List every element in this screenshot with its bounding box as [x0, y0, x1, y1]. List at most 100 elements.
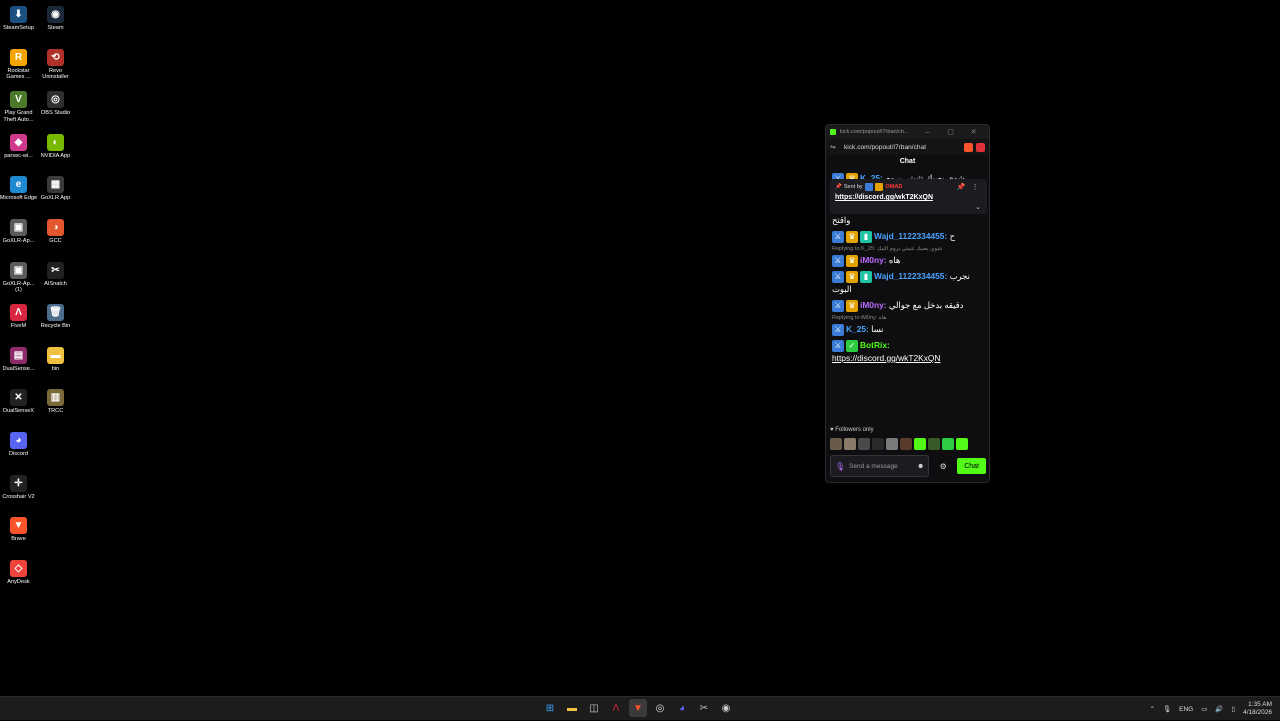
message-input[interactable]: 🎙 Send a message ☻: [830, 455, 930, 477]
desktop-icon[interactable]: ▬ bin: [37, 345, 74, 388]
chat-message[interactable]: ⚔ ♛ iM0ny: هاه: [832, 254, 983, 267]
sword-badge-icon: ⚔: [832, 299, 844, 312]
recycle-bin-icon: 🗑: [47, 304, 64, 322]
desktop-icon-label: TRCC: [47, 408, 64, 415]
desktop-icon[interactable]: ✕ DualSenseX: [0, 387, 37, 430]
desktop-icon-label: GoXLR App: [40, 195, 71, 202]
desktop-icon[interactable]: V Play Grand Theft Auto...: [0, 89, 37, 132]
fivem-icon[interactable]: Λ: [607, 699, 625, 717]
desktop-icon[interactable]: ▥ TRCC: [37, 387, 74, 430]
language-indicator[interactable]: ENG: [1179, 706, 1193, 713]
chat-username[interactable]: BotRix: [860, 340, 887, 350]
desktop-icon[interactable]: ◎ OBS Studio: [37, 89, 74, 132]
unpin-icon[interactable]: 📌: [954, 183, 968, 191]
microphone-icon[interactable]: 🎙: [1163, 705, 1171, 713]
clock[interactable]: 1:35 AM 4/18/2026: [1243, 701, 1272, 717]
desktop-icon[interactable]: ◉ Steam: [37, 4, 74, 47]
sword-badge-icon: ⚔: [832, 270, 844, 283]
desktop-icon[interactable]: ▤ DualSense...: [0, 345, 37, 388]
parsec-icon: ◆: [10, 133, 27, 151]
maximize-button[interactable]: ▢: [939, 128, 962, 136]
chat-message[interactable]: ⚔ K_25: نسا: [832, 323, 983, 336]
network-icon[interactable]: ▭: [1201, 705, 1207, 713]
message-placeholder[interactable]: Send a message: [849, 463, 917, 470]
emote[interactable]: [830, 438, 842, 450]
desktop-icon[interactable]: ▼ Brave: [0, 515, 37, 558]
desktop-empty-slot: [37, 430, 74, 473]
emoji-icon[interactable]: ☻: [917, 463, 924, 470]
battery-icon[interactable]: ▯: [1232, 705, 1236, 713]
reply-context[interactable]: Replying to K_25: شوي يصيك تثبيتي بروم ا…: [832, 246, 983, 252]
brave-shields-icon[interactable]: [964, 142, 973, 152]
chat-message[interactable]: ⚔ ♛ ▮ Wajd_1122334455: نجرب البوت: [832, 270, 983, 296]
sent-by-label: Sent by: [843, 184, 863, 190]
more-options-icon[interactable]: ⋮: [968, 183, 982, 191]
desktop-icon[interactable]: ⟲ Revo Uninstaller: [37, 47, 74, 90]
desktop-icon[interactable]: ✂ AISnatch: [37, 260, 74, 303]
aisnatch-icon[interactable]: ✂: [695, 699, 713, 717]
start-menu-icon[interactable]: ⊞: [541, 699, 559, 717]
chevron-down-icon[interactable]: ⌄: [975, 203, 981, 211]
taskbar: ⊞ ▬ ◫ Λ ▼ ◎ ◕ ✂ ◉ ⌃ 🎙 ENG ▭ 🔊 ▯ 1:35 AM …: [0, 696, 1280, 720]
desktop-icon[interactable]: ◐ NVIDIA App: [37, 132, 74, 175]
emote[interactable]: [872, 438, 884, 450]
brave-rewards-icon[interactable]: [976, 142, 985, 152]
address-bar[interactable]: ⇋ kick.com/popout/l7rban/chat: [826, 139, 989, 155]
chat-username[interactable]: Wajd_1122334455: [874, 231, 944, 241]
store-icon[interactable]: ◫: [585, 699, 603, 717]
address-url[interactable]: kick.com/popout/l7rban/chat: [844, 144, 961, 151]
pinned-username[interactable]: OMAD: [886, 184, 903, 190]
file-explorer-icon[interactable]: ▬: [563, 699, 581, 717]
message-link[interactable]: https://discord.gg/wkT2KxQN: [832, 352, 983, 365]
desktop-icon[interactable]: R Rockstar Games ...: [0, 47, 37, 90]
minimize-button[interactable]: –: [916, 129, 939, 136]
gcc-icon: ◑: [47, 218, 64, 236]
emote[interactable]: [844, 438, 856, 450]
emote[interactable]: [942, 438, 954, 450]
chat-username[interactable]: iM0ny: [860, 300, 884, 310]
desktop-icon[interactable]: ⬇ SteamSetup: [0, 4, 37, 47]
site-settings-icon[interactable]: ⇋: [830, 143, 840, 151]
desktop-icon[interactable]: ✛ Crosshair V2: [0, 473, 37, 516]
gear-icon[interactable]: ⚙: [935, 462, 951, 471]
chat-username[interactable]: iM0ny: [860, 255, 884, 265]
emote[interactable]: [858, 438, 870, 450]
desktop-icon[interactable]: e Microsoft Edge: [0, 174, 37, 217]
desktop-icon[interactable]: ▦ GoXLR App: [37, 174, 74, 217]
desktop-icon[interactable]: ◆ parsec-wi...: [0, 132, 37, 175]
emote[interactable]: [886, 438, 898, 450]
desktop-icon[interactable]: ◇ AnyDesk: [0, 558, 37, 601]
crown-badge-icon: ♛: [846, 230, 858, 243]
steam-icon[interactable]: ◉: [717, 699, 735, 717]
desktop: ⬇ SteamSetup ◉ Steam R Rockstar Games ... ⟲ Rev…: [0, 0, 1280, 696]
volume-icon[interactable]: 🔊: [1215, 705, 1223, 713]
close-button[interactable]: ✕: [962, 128, 985, 136]
reply-context[interactable]: Replying to iM0ny: هاه: [832, 315, 983, 321]
microphone-icon[interactable]: 🎙: [835, 462, 845, 471]
emote[interactable]: [914, 438, 926, 450]
pin-icon: 📌: [835, 184, 842, 190]
emote[interactable]: [956, 438, 968, 450]
discord-icon[interactable]: ◕: [673, 699, 691, 717]
desktop-icon[interactable]: ▣ GoXLR-Ap... (1): [0, 260, 37, 303]
chevron-up-icon[interactable]: ⌃: [1149, 705, 1154, 713]
send-chat-button[interactable]: Chat: [957, 458, 986, 474]
pinned-link[interactable]: https://discord.gg/wkT2KxQN: [835, 194, 982, 201]
desktop-icon[interactable]: ▣ GoXLR-Ap...: [0, 217, 37, 260]
desktop-icon[interactable]: 🗑 Recycle Bin: [37, 302, 74, 345]
chat-username[interactable]: Wajd_1122334455: [874, 271, 944, 281]
desktop-icon[interactable]: ◕ Discord: [0, 430, 37, 473]
emote[interactable]: [928, 438, 940, 450]
message-text: نسا: [871, 324, 884, 334]
chat-username[interactable]: K_25: [846, 324, 866, 334]
chat-message[interactable]: ⚔ ♛ ▮ Wajd_1122334455: ح: [832, 230, 983, 243]
chat-message[interactable]: ⚔ ♛ iM0ny: دقيقه بدخل مع جوالي: [832, 299, 983, 312]
emote[interactable]: [900, 438, 912, 450]
obs-icon[interactable]: ◎: [651, 699, 669, 717]
desktop-icon[interactable]: Λ FiveM: [0, 302, 37, 345]
fivem-icon: Λ: [10, 304, 27, 322]
desktop-icon[interactable]: ◑ GCC: [37, 217, 74, 260]
aisnatch-icon: ✂: [47, 261, 64, 279]
chat-message[interactable]: ⚔ ✓ BotRix: https://discord.gg/wkT2KxQN: [832, 339, 983, 365]
brave-icon[interactable]: ▼: [629, 699, 647, 717]
